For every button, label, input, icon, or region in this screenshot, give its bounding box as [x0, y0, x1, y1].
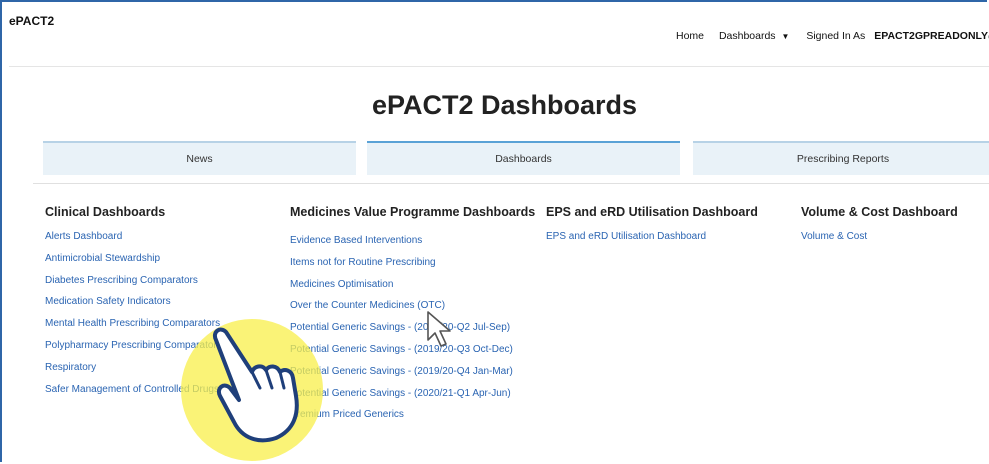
column-medicines-value: Medicines Value Programme Dashboards Evi… [290, 205, 535, 426]
link-generic-savings-q2[interactable]: Potential Generic Savings - (2019/20-Q2 … [290, 317, 535, 339]
tab-bar: News Dashboards Prescribing Reports [43, 141, 989, 175]
link-generic-savings-q3[interactable]: Potential Generic Savings - (2019/20-Q3 … [290, 339, 535, 361]
link-medicines-optimisation[interactable]: Medicines Optimisation [290, 274, 535, 296]
tab-dashboards[interactable]: Dashboards [367, 141, 680, 175]
link-diabetes-prescribing[interactable]: Diabetes Prescribing Comparators [45, 270, 222, 292]
column-heading: Clinical Dashboards [45, 205, 166, 219]
link-evidence-based[interactable]: Evidence Based Interventions [290, 230, 535, 252]
link-generic-savings-2021-q1[interactable]: Potential Generic Savings - (2020/21-Q1 … [290, 383, 535, 405]
page-title: ePACT2 Dashboards [371, 90, 638, 120]
nav-home-link[interactable]: Home [676, 30, 704, 42]
top-navbar: ePACT2 Home Dashboards ▼ Signed In As EP… [9, 10, 989, 60]
tab-prescribing-reports[interactable]: Prescribing Reports [693, 141, 989, 175]
link-premium-priced-generics[interactable]: Premium Priced Generics [290, 404, 535, 426]
link-alerts-dashboard[interactable]: Alerts Dashboard [45, 226, 222, 248]
signed-in-label: Signed In As [806, 30, 866, 43]
nav-dashboards-menu[interactable]: Dashboards [719, 30, 776, 42]
link-antimicrobial-stewardship[interactable]: Antimicrobial Stewardship [45, 248, 222, 270]
column-volume-cost: Volume & Cost Dashboard Volume & Cost [801, 205, 958, 248]
link-medication-safety[interactable]: Medication Safety Indicators [45, 291, 222, 313]
link-volume-cost[interactable]: Volume & Cost [801, 226, 958, 248]
column-heading: Medicines Value Programme Dashboards [290, 205, 536, 219]
pointing-hand-icon [213, 327, 299, 443]
link-eps-erd[interactable]: EPS and eRD Utilisation Dashboard [546, 226, 758, 248]
link-items-not-routine[interactable]: Items not for Routine Prescribing [290, 252, 535, 274]
column-heading: EPS and eRD Utilisation Dashboard [546, 205, 758, 219]
link-mental-health[interactable]: Mental Health Prescribing Comparators [45, 313, 222, 335]
top-nav: Home Dashboards ▼ Signed In As EPACT2GPR… [676, 30, 989, 42]
tabs-divider [33, 183, 989, 184]
link-otc-medicines[interactable]: Over the Counter Medicines (OTC) [290, 295, 535, 317]
mouse-pointer-icon [427, 311, 451, 347]
column-eps-erd: EPS and eRD Utilisation Dashboard EPS an… [546, 205, 758, 248]
brand-logo[interactable]: ePACT2 [9, 14, 54, 28]
link-generic-savings-q4[interactable]: Potential Generic Savings - (2019/20-Q4 … [290, 361, 535, 383]
column-heading: Volume & Cost Dashboard [801, 205, 958, 219]
header-divider [9, 66, 989, 67]
caret-down-icon[interactable]: ▼ [781, 32, 789, 41]
signed-in-user[interactable]: EPACT2GPREADONLY@T [874, 30, 989, 42]
tab-news[interactable]: News [43, 141, 356, 175]
